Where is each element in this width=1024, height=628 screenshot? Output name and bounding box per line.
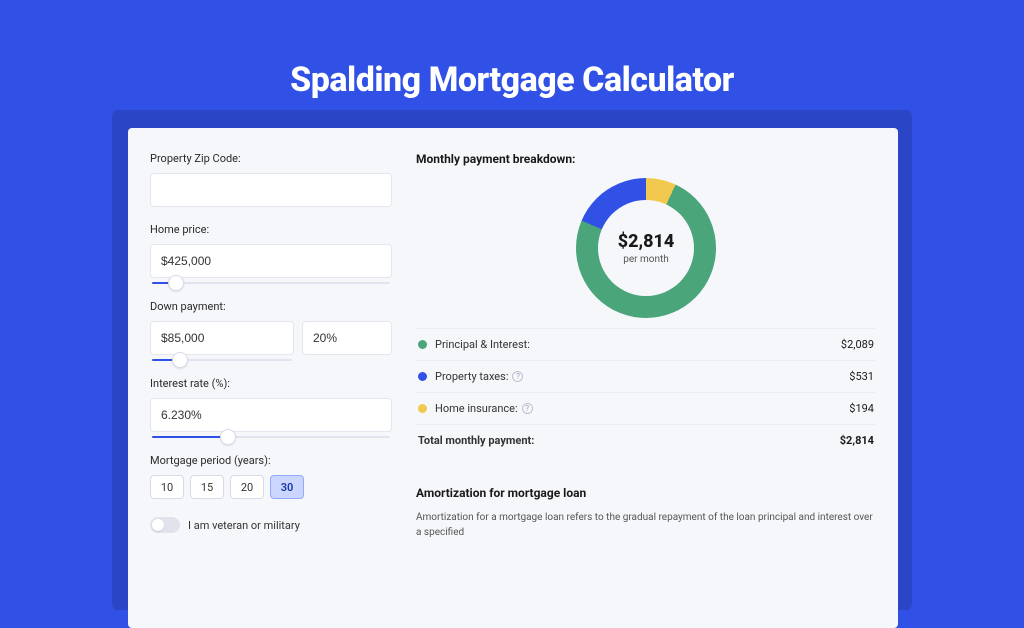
page-title: Spalding Mortgage Calculator	[0, 60, 1024, 100]
calculator-card: Property Zip Code: Home price: Down paym…	[128, 128, 898, 628]
total-value: $2,814	[840, 434, 874, 447]
amortization-body: Amortization for a mortgage loan refers …	[416, 510, 876, 540]
slider-thumb[interactable]	[168, 275, 184, 291]
down-payment-slider[interactable]	[152, 359, 292, 361]
dot-icon	[418, 372, 427, 381]
dot-icon	[418, 404, 427, 413]
period-option-10[interactable]: 10	[150, 475, 184, 499]
breakdown-row-principal: Principal & Interest: $2,089	[416, 329, 876, 361]
down-payment-label: Down payment:	[150, 300, 392, 313]
period-label: Mortgage period (years):	[150, 454, 392, 467]
interest-rate-label: Interest rate (%):	[150, 377, 392, 390]
interest-rate-slider[interactable]	[152, 436, 390, 438]
slider-thumb[interactable]	[172, 352, 188, 368]
breakdown-rows: Principal & Interest: $2,089 Property ta…	[416, 328, 876, 456]
breakdown-column: Monthly payment breakdown: $2,814 per mo…	[416, 152, 876, 540]
row-label: Property taxes:	[435, 370, 508, 383]
home-price-label: Home price:	[150, 223, 392, 236]
slider-thumb[interactable]	[220, 429, 236, 445]
down-payment-amount-input[interactable]	[150, 321, 294, 355]
slider-fill	[152, 436, 228, 438]
zip-input[interactable]	[150, 173, 392, 207]
help-icon[interactable]: ?	[522, 403, 533, 414]
donut-chart: $2,814 per month	[576, 178, 716, 318]
row-value: $2,089	[841, 338, 874, 351]
row-label: Home insurance:	[435, 402, 518, 415]
down-payment-pct-input[interactable]	[302, 321, 392, 355]
form-column: Property Zip Code: Home price: Down paym…	[150, 152, 392, 540]
veteran-toggle[interactable]	[150, 517, 180, 533]
help-icon[interactable]: ?	[512, 371, 523, 382]
period-option-20[interactable]: 20	[230, 475, 264, 499]
zip-label: Property Zip Code:	[150, 152, 392, 165]
interest-rate-group: Interest rate (%):	[150, 377, 392, 438]
total-label: Total monthly payment:	[418, 434, 534, 447]
breakdown-row-total: Total monthly payment: $2,814	[416, 425, 876, 456]
breakdown-row-taxes: Property taxes: ? $531	[416, 361, 876, 393]
amortization-title: Amortization for mortgage loan	[416, 486, 876, 500]
dot-icon	[418, 340, 427, 349]
amortization-section: Amortization for mortgage loan Amortizat…	[416, 474, 876, 540]
row-value: $531	[849, 370, 874, 383]
interest-rate-input[interactable]	[150, 398, 392, 432]
stage: Spalding Mortgage Calculator Property Zi…	[0, 0, 1024, 512]
card-content: Property Zip Code: Home price: Down paym…	[128, 128, 898, 564]
zip-group: Property Zip Code:	[150, 152, 392, 207]
veteran-row: I am veteran or military	[150, 517, 392, 533]
down-payment-group: Down payment:	[150, 300, 392, 361]
period-option-30[interactable]: 30	[270, 475, 304, 499]
home-price-group: Home price:	[150, 223, 392, 284]
home-price-slider[interactable]	[152, 282, 390, 284]
breakdown-title: Monthly payment breakdown:	[416, 152, 876, 166]
donut-center: $2,814 per month	[576, 178, 716, 318]
donut-amount: $2,814	[618, 231, 675, 252]
row-value: $194	[849, 402, 874, 415]
row-label: Principal & Interest:	[435, 338, 530, 351]
breakdown-row-insurance: Home insurance: ? $194	[416, 393, 876, 425]
period-group: Mortgage period (years): 10 15 20 30	[150, 454, 392, 499]
period-option-15[interactable]: 15	[190, 475, 224, 499]
veteran-label: I am veteran or military	[188, 519, 300, 532]
donut-sub: per month	[623, 254, 669, 265]
period-options: 10 15 20 30	[150, 475, 392, 499]
home-price-input[interactable]	[150, 244, 392, 278]
donut-wrap: $2,814 per month	[416, 178, 876, 318]
